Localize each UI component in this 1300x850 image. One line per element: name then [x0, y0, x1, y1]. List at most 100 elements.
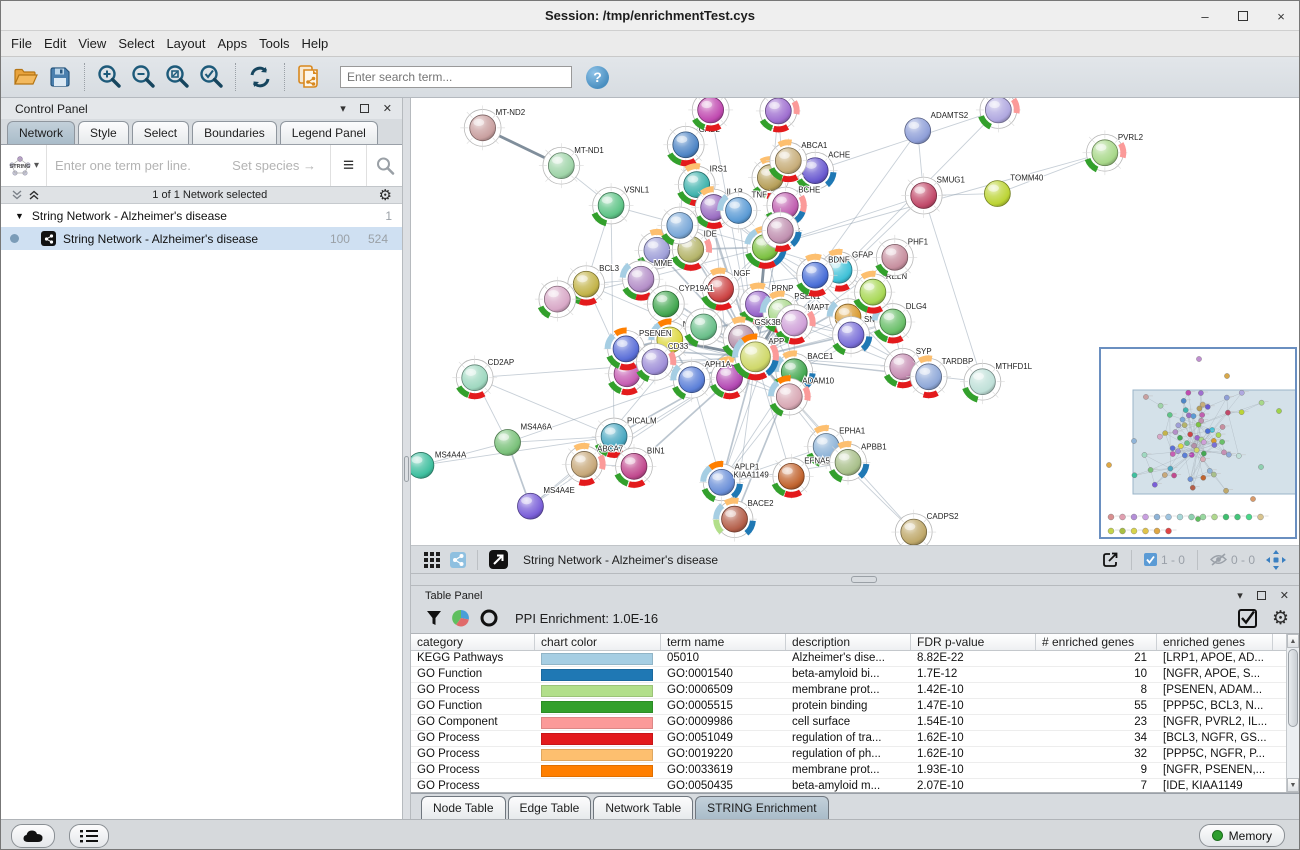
minimize-button[interactable]: –: [1197, 9, 1213, 24]
network-node[interactable]: [756, 98, 801, 133]
export-network-button[interactable]: [1100, 550, 1120, 570]
tab-boundaries[interactable]: Boundaries: [192, 121, 277, 144]
network-node-SMUG1[interactable]: SMUG1: [901, 173, 965, 218]
refresh-button[interactable]: [245, 62, 275, 92]
panel-float-icon[interactable]: [1257, 591, 1266, 600]
network-node-CD2AP[interactable]: CD2AP: [452, 355, 514, 400]
tab-style[interactable]: Style: [78, 121, 129, 144]
select-all-button[interactable]: [1238, 609, 1257, 628]
tab-string-enrichment[interactable]: STRING Enrichment: [695, 796, 828, 819]
panel-close-icon[interactable]: ✕: [383, 102, 392, 115]
birdseye-view[interactable]: [1099, 347, 1297, 539]
close-button[interactable]: ×: [1273, 9, 1289, 24]
table-row[interactable]: GO ProcessGO:0050435beta-amyloid m...2.0…: [411, 779, 1299, 793]
network-node[interactable]: [688, 98, 733, 132]
column-header-FDR-p-value[interactable]: FDR p-value: [911, 634, 1036, 650]
tab-node-table[interactable]: Node Table: [421, 796, 506, 819]
set-species-label[interactable]: Set species →: [232, 158, 316, 173]
scroll-thumb[interactable]: [1288, 649, 1298, 727]
menu-item-tools[interactable]: Tools: [259, 33, 298, 54]
network-node-ABCA7[interactable]: ABCA7: [562, 442, 624, 487]
settings-gear-icon[interactable]: ⚙: [1272, 607, 1289, 629]
horizontal-splitter[interactable]: [411, 574, 1299, 586]
scroll-down-arrow[interactable]: ▼: [1287, 778, 1299, 792]
network-node-MS4A4A[interactable]: MS4A4A: [411, 450, 467, 478]
table-row[interactable]: GO ProcessGO:0019220regulation of ph...1…: [411, 747, 1299, 763]
open-session-button[interactable]: [11, 62, 41, 92]
zoom-selected-button[interactable]: [196, 62, 226, 92]
column-header-term-name[interactable]: term name: [661, 634, 786, 650]
expand-all-icon[interactable]: [28, 189, 41, 201]
network-node-MTHFD1L[interactable]: MTHFD1L: [960, 359, 1033, 404]
vertical-splitter[interactable]: [403, 98, 411, 819]
network-node-MT-ND1[interactable]: MT-ND1: [539, 143, 605, 188]
table-row[interactable]: GO ProcessGO:0033619membrane prot...1.93…: [411, 763, 1299, 779]
network-node[interactable]: [535, 277, 580, 322]
network-node-EFNA5[interactable]: EFNA5: [769, 454, 831, 499]
ring-chart-button[interactable]: [480, 609, 498, 627]
table-row[interactable]: GO ProcessGO:0006509membrane prot...1.42…: [411, 683, 1299, 699]
menu-item-view[interactable]: View: [78, 33, 115, 54]
column-header-enriched-genes[interactable]: enriched genes: [1157, 634, 1273, 650]
zoom-out-button[interactable]: [128, 62, 158, 92]
network-node-ADAMTS2[interactable]: ADAMTS2: [905, 111, 969, 144]
network-node-MS4A4E[interactable]: MS4A4E: [518, 486, 575, 519]
task-history-button[interactable]: [69, 824, 109, 848]
table-row[interactable]: KEGG Pathways05010Alzheimer's dise...8.8…: [411, 651, 1299, 667]
network-node[interactable]: [976, 98, 1021, 132]
network-node-APLP1[interactable]: APLP1: [699, 460, 760, 505]
splitter-grip[interactable]: [404, 456, 409, 482]
pie-chart-button[interactable]: [452, 609, 470, 627]
memory-button[interactable]: Memory: [1199, 824, 1285, 847]
network-node-PVRL2[interactable]: PVRL2: [1082, 130, 1143, 175]
network-node[interactable]: [657, 203, 702, 248]
table-row[interactable]: GO FunctionGO:0001540beta-amyloid bi...1…: [411, 667, 1299, 683]
string-source-selector[interactable]: STRING ▾: [1, 145, 47, 186]
string-query-input[interactable]: Enter one term per line.: [47, 158, 232, 173]
tab-edge-table[interactable]: Edge Table: [508, 796, 592, 819]
zoom-in-button[interactable]: [94, 62, 124, 92]
network-node-VSNL1[interactable]: VSNL1: [589, 183, 650, 228]
column-header-chart-color[interactable]: chart color: [535, 634, 661, 650]
enrichment-table[interactable]: categorychart colorterm namedescriptionF…: [411, 633, 1299, 793]
tab-select[interactable]: Select: [132, 121, 189, 144]
network-node[interactable]: [758, 208, 803, 253]
share-view-button[interactable]: [450, 552, 466, 568]
help-button[interactable]: ?: [586, 66, 609, 89]
network-node-CADPS2[interactable]: CADPS2: [891, 510, 959, 546]
tab-network-table[interactable]: Network Table: [593, 796, 693, 819]
menu-item-select[interactable]: Select: [118, 33, 163, 54]
panel-close-icon[interactable]: ✕: [1280, 589, 1289, 602]
column-header-description[interactable]: description: [786, 634, 911, 650]
table-row[interactable]: GO FunctionGO:0005515protein binding1.47…: [411, 699, 1299, 715]
tab-legend-panel[interactable]: Legend Panel: [280, 121, 378, 144]
menu-item-layout[interactable]: Layout: [166, 33, 214, 54]
menu-item-edit[interactable]: Edit: [44, 33, 75, 54]
search-input[interactable]: [340, 66, 572, 88]
panel-menu-icon[interactable]: ▾: [340, 102, 346, 115]
string-options-button[interactable]: ≡: [330, 145, 366, 186]
maximize-button[interactable]: [1235, 9, 1251, 24]
string-search-button[interactable]: [366, 145, 402, 186]
collapse-all-icon[interactable]: [11, 189, 24, 201]
scroll-up-arrow[interactable]: ▲: [1287, 634, 1299, 648]
menu-item-help[interactable]: Help: [302, 33, 338, 54]
navigator-button[interactable]: [1266, 550, 1286, 570]
menu-item-apps[interactable]: Apps: [218, 33, 257, 54]
splitter-grip[interactable]: [851, 576, 877, 583]
network-node-PHF1[interactable]: PHF1: [872, 235, 928, 280]
grid-view-button[interactable]: [424, 552, 440, 568]
network-collection-row[interactable]: ▼ String Network - Alzheimer's disease 1: [1, 204, 402, 227]
import-network-button[interactable]: [294, 62, 324, 92]
network-canvas[interactable]: MT-ND2MT-ND1VSNL1GAB2IRS1CHATACHEIL1BTNF…: [411, 98, 1299, 546]
open-in-window-button[interactable]: [489, 550, 508, 569]
menu-item-file[interactable]: File: [11, 33, 41, 54]
cloud-tasks-button[interactable]: [11, 824, 55, 848]
table-scrollbar[interactable]: ▲ ▼: [1286, 634, 1299, 792]
panel-menu-icon[interactable]: ▾: [1237, 589, 1243, 602]
table-row[interactable]: GO ComponentGO:0009986cell surface1.54E-…: [411, 715, 1299, 731]
tab-network[interactable]: Network: [7, 121, 75, 144]
table-row[interactable]: GO ProcessGO:0051049regulation of tra...…: [411, 731, 1299, 747]
column-header--enriched-genes[interactable]: # enriched genes: [1036, 634, 1157, 650]
network-row-selected[interactable]: String Network - Alzheimer's disease 100…: [1, 227, 402, 250]
